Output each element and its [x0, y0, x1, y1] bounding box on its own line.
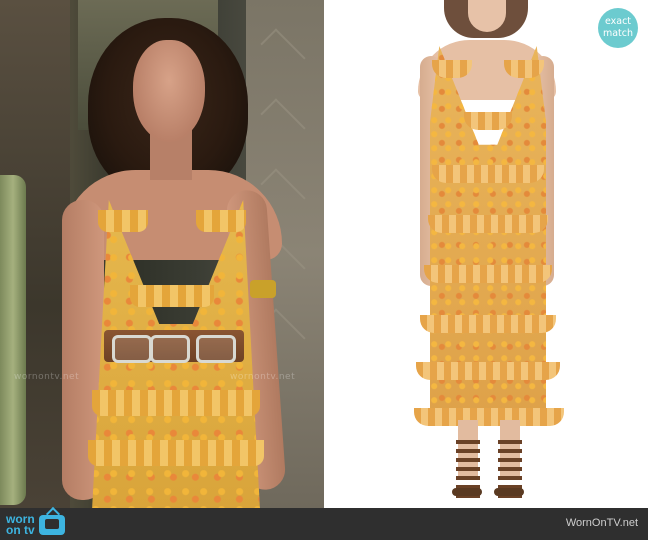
- hem-tier: [414, 408, 564, 426]
- neck-ruffle: [196, 210, 246, 232]
- skirt-tier: [416, 362, 560, 380]
- skirt-tier: [92, 390, 260, 416]
- tv-icon: [38, 515, 65, 535]
- belt-buckle: [150, 335, 190, 363]
- watermark: wornontv.net: [14, 372, 80, 382]
- badge-line1: exact: [604, 16, 632, 27]
- bodice-ruffle: [464, 112, 512, 130]
- skirt-tier: [432, 165, 544, 183]
- belt-buckle: [196, 335, 236, 363]
- watermark: wornontv.net: [230, 372, 296, 382]
- skirt-tier: [88, 440, 264, 466]
- foreground-plant: [0, 175, 26, 505]
- footer-site-name[interactable]: WornOnTV.net: [566, 517, 638, 529]
- badge-line2: match: [602, 28, 634, 39]
- skirt-tier: [428, 215, 548, 233]
- product-photo: [324, 0, 648, 508]
- strap-ruffle: [504, 60, 544, 78]
- character-photo: wornontv.net wornontv.net: [0, 0, 324, 508]
- sandal-sole: [452, 488, 482, 496]
- logo-text: worn on tv: [6, 513, 35, 537]
- footer-bar: [0, 508, 648, 540]
- center-ruffle: [130, 285, 214, 307]
- belt-buckle: [112, 335, 152, 363]
- skirt-tier: [420, 315, 556, 333]
- neck-ruffle: [98, 210, 148, 232]
- strap-ruffle: [432, 60, 472, 78]
- face: [133, 40, 205, 142]
- gold-armband: [250, 280, 276, 298]
- exact-match-badge: exact match: [598, 8, 638, 48]
- wornontv-logo[interactable]: worn on tv: [6, 512, 65, 538]
- sandal-sole: [494, 488, 524, 496]
- skirt-tier: [424, 265, 552, 283]
- logo-line2: on tv: [6, 523, 35, 537]
